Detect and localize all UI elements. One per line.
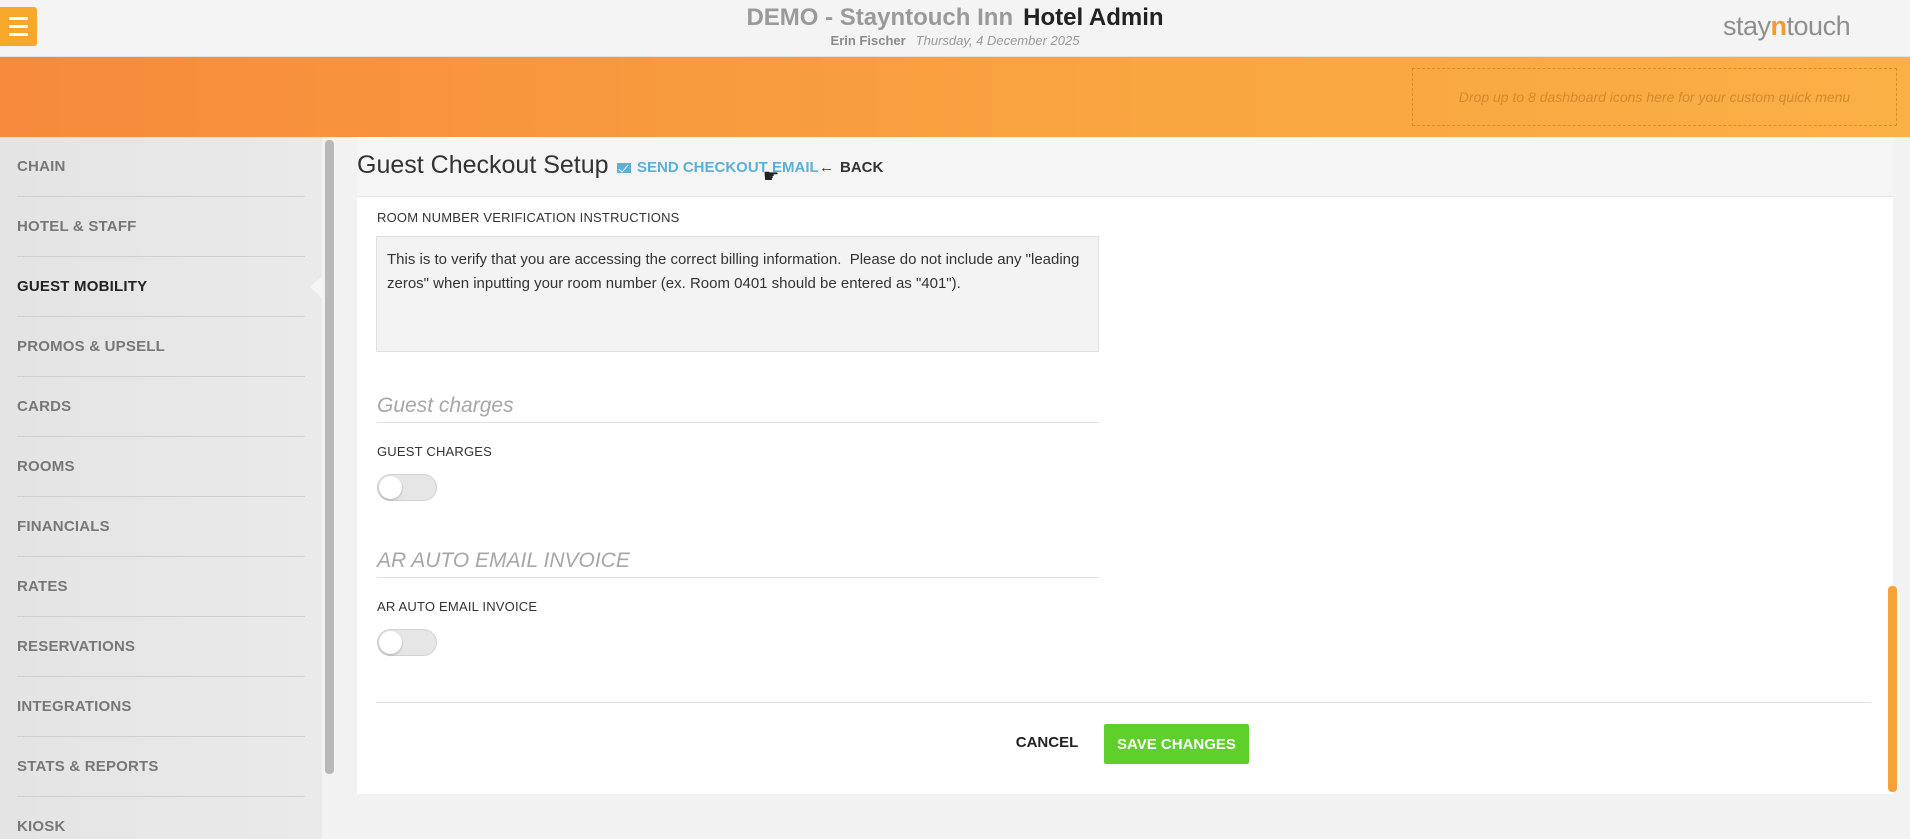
- content-scrollbar[interactable]: [1888, 586, 1897, 792]
- sidebar-item-integrations[interactable]: INTEGRATIONS: [17, 677, 305, 737]
- envelope-icon: [617, 162, 631, 173]
- quick-menu-hint: Drop up to 8 dashboard icons here for yo…: [1458, 89, 1851, 105]
- sidebar-item-hotel-staff[interactable]: HOTEL & STAFF: [17, 197, 305, 257]
- guest-charges-toggle[interactable]: [377, 474, 437, 501]
- room-verification-label: ROOM NUMBER VERIFICATION INSTRUCTIONS: [377, 210, 680, 225]
- cancel-button[interactable]: CANCEL: [1010, 727, 1084, 757]
- sidebar-item-stats-reports[interactable]: STATS & REPORTS: [17, 737, 305, 797]
- sidebar-item-cards[interactable]: CARDS: [17, 377, 305, 437]
- back-link[interactable]: ← BACK: [819, 159, 883, 176]
- header-title-block: DEMO - Stayntouch Inn Hotel Admin Erin Fi…: [0, 4, 1910, 49]
- guest-charges-label: GUEST CHARGES: [377, 444, 493, 459]
- ar-auto-email-label: AR AUTO EMAIL INVOICE: [377, 599, 538, 614]
- sidebar-item-reservations[interactable]: RESERVATIONS: [17, 617, 305, 677]
- hand-pointer-icon: ☛: [763, 166, 780, 186]
- back-label: BACK: [840, 159, 884, 176]
- top-header: DEMO - Stayntouch Inn Hotel Admin Erin Fi…: [0, 0, 1910, 57]
- page-title: Guest Checkout Setup: [357, 151, 609, 179]
- app-name: Hotel Admin: [1023, 4, 1164, 31]
- content-header: Guest Checkout Setup SEND CHECKOUT EMAIL…: [357, 137, 1893, 197]
- guest-charges-section-title: Guest charges: [377, 394, 1099, 423]
- sidebar-item-kiosk[interactable]: KIOSK: [17, 795, 305, 839]
- arrow-left-icon: ←: [819, 159, 834, 176]
- send-checkout-email-link[interactable]: SEND CHECKOUT EMAIL: [617, 159, 819, 176]
- sidebar-item-chain[interactable]: CHAIN: [17, 137, 305, 197]
- quick-menu-dropzone[interactable]: Drop up to 8 dashboard icons here for yo…: [1412, 68, 1897, 126]
- active-item-indicator: [310, 276, 322, 298]
- stayntouch-logo: stayntouch: [1723, 11, 1851, 41]
- form-divider: [376, 702, 1871, 703]
- hotel-name: DEMO - Stayntouch Inn: [746, 4, 1014, 31]
- sidebar-item-rooms[interactable]: ROOMS: [17, 437, 305, 497]
- sidebar-item-rates[interactable]: RATES: [17, 557, 305, 617]
- sidebar-scrollbar[interactable]: [325, 140, 334, 774]
- sidebar-item-promos-upsell[interactable]: PROMOS & UPSELL: [17, 317, 305, 377]
- save-changes-button[interactable]: SAVE CHANGES: [1104, 724, 1249, 764]
- current-date: Thursday, 4 December 2025: [915, 33, 1080, 48]
- user-name: Erin Fischer: [830, 33, 906, 48]
- send-checkout-email-label: SEND CHECKOUT EMAIL: [637, 159, 819, 176]
- ar-auto-email-section-title: AR AUTO EMAIL INVOICE: [377, 549, 1099, 578]
- sidebar-item-financials[interactable]: FINANCIALS: [17, 497, 305, 557]
- sidebar-item-guest-mobility[interactable]: GUEST MOBILITY: [17, 257, 305, 317]
- ar-auto-email-toggle[interactable]: [377, 629, 437, 656]
- room-verification-textarea[interactable]: This is to verify that you are accessing…: [376, 236, 1099, 352]
